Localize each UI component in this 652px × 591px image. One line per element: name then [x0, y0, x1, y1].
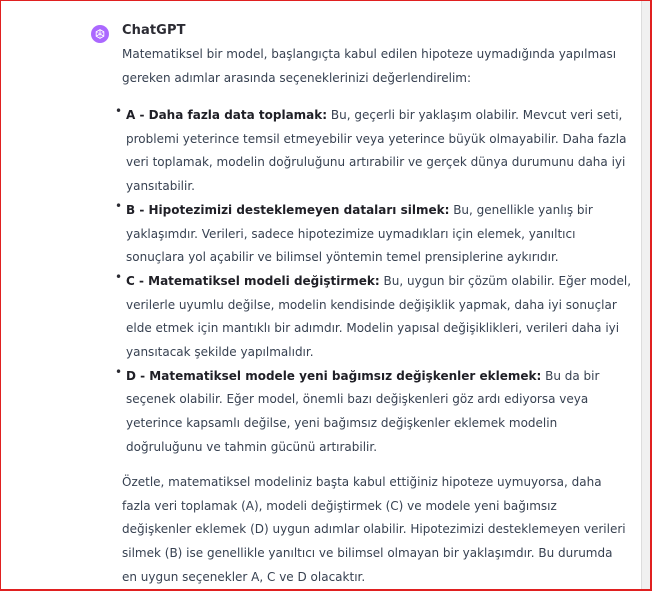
- openai-logo-icon: [95, 29, 105, 39]
- bullet-icon: •: [115, 269, 123, 284]
- list-item-option-a: • A - Daha fazla data toplamak: Bu, geçe…: [115, 104, 636, 199]
- list-item-option-c: • C - Matematiksel modeli değiştirmek: B…: [115, 270, 636, 365]
- message-summary: Özetle, matematiksel modeliniz başta kab…: [122, 475, 626, 584]
- bullet-icon: •: [115, 198, 123, 213]
- option-title: A - Daha fazla data toplamak:: [126, 108, 328, 122]
- options-list: • A - Daha fazla data toplamak: Bu, geçe…: [115, 104, 636, 460]
- list-item-option-d: • D - Matematiksel modele yeni bağımsız …: [115, 365, 636, 460]
- bullet-icon: •: [115, 104, 123, 118]
- message-author: ChatGPT: [122, 23, 186, 38]
- bullet-icon: •: [115, 364, 123, 379]
- option-title: D - Matematiksel modele yeni bağımsız de…: [126, 368, 542, 383]
- option-title: B - Hipotezimizi desteklemeyen dataları …: [126, 202, 450, 217]
- assistant-avatar: [91, 25, 109, 43]
- message-intro: Matematiksel bir model, başlangıçta kabu…: [122, 47, 617, 85]
- option-title: C - Matematiksel modeli değiştirmek:: [126, 273, 380, 288]
- scrollbar-track[interactable]: [641, 0, 652, 591]
- chat-panel: ChatGPT Matematiksel bir model, başlangı…: [0, 0, 641, 591]
- list-item-option-b: • B - Hipotezimizi desteklemeyen datalar…: [115, 199, 636, 270]
